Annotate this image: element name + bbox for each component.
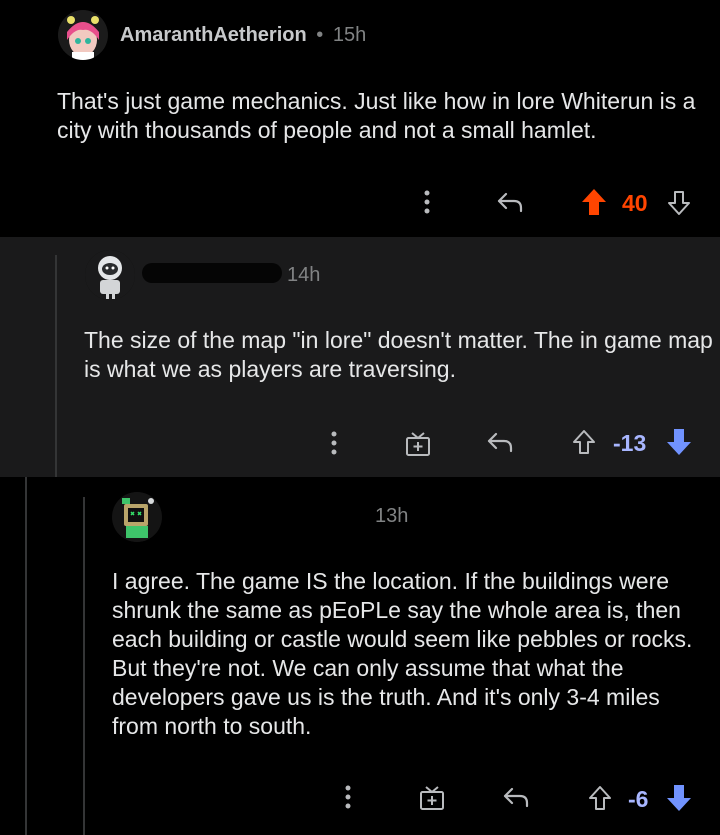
more-options-icon[interactable] [320, 429, 348, 457]
timestamp: 14h [287, 264, 321, 286]
comment-body: That's just game mechanics. Just like ho… [57, 88, 696, 143]
vote-score: -13 [613, 430, 647, 456]
avatar[interactable] [58, 10, 108, 60]
comment-meta: 13h [375, 505, 408, 528]
reply-icon[interactable] [500, 782, 532, 812]
reply-icon[interactable] [494, 187, 526, 217]
comment-meta: AmaranthAetherion • 15h [120, 24, 366, 47]
separator-dot: • [316, 24, 324, 46]
upvote-icon[interactable] [568, 426, 600, 458]
author-name[interactable]: AmaranthAetherion [120, 24, 307, 46]
thread-line[interactable] [55, 255, 57, 477]
reply-icon[interactable] [484, 427, 516, 457]
downvote-icon[interactable] [663, 426, 695, 458]
downvote-icon[interactable] [663, 782, 695, 814]
more-options-icon[interactable] [413, 188, 441, 216]
downvote-icon[interactable] [664, 187, 694, 219]
avatar[interactable] [112, 492, 162, 542]
more-options-icon[interactable] [334, 783, 362, 811]
award-icon[interactable] [416, 782, 448, 814]
avatar[interactable] [85, 250, 135, 300]
thread-line[interactable] [83, 497, 85, 835]
redacted-username [142, 263, 282, 283]
comment-meta: 14h [287, 264, 320, 287]
timestamp: 15h [332, 24, 367, 46]
upvote-icon[interactable] [578, 186, 610, 218]
comment-1: AmaranthAetherion • 15h That's just game… [0, 0, 720, 237]
comment-body: I agree. The game IS the location. If th… [112, 568, 693, 739]
timestamp: 13h [375, 505, 409, 527]
vote-score: -6 [628, 786, 649, 812]
vote-score: 40 [622, 190, 648, 216]
comment-3: 13h I agree. The game IS the location. I… [0, 477, 720, 835]
comment-body: The size of the map "in lore" doesn't ma… [84, 327, 713, 382]
comment-2: 14h The size of the map "in lore" doesn'… [0, 237, 720, 477]
award-icon[interactable] [402, 428, 434, 460]
thread-line[interactable] [25, 477, 27, 835]
upvote-icon[interactable] [584, 782, 616, 814]
